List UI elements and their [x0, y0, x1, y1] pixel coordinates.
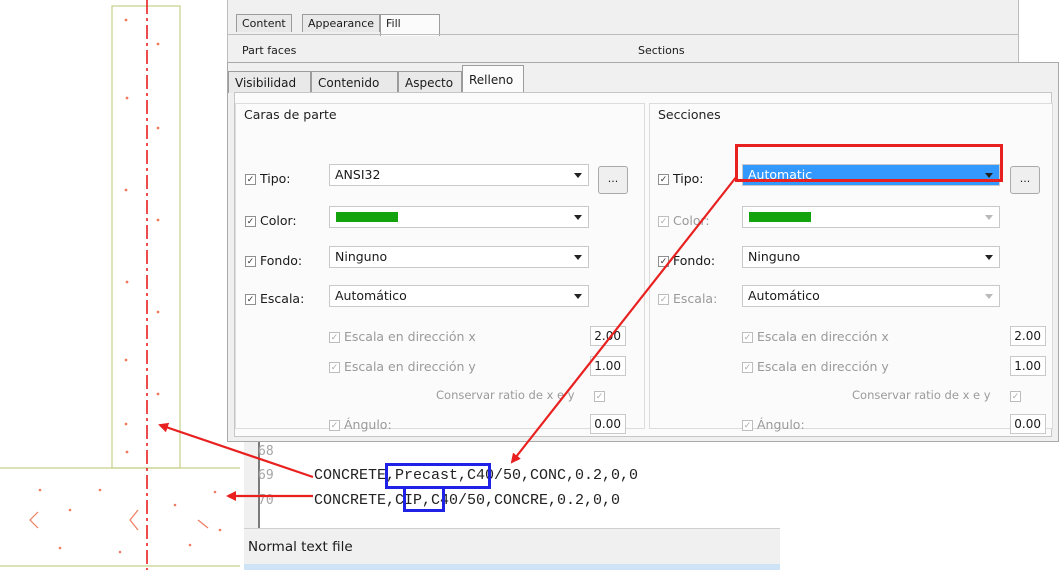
section-fondo-label: Fondo:: [673, 253, 716, 268]
color-select[interactable]: [329, 206, 589, 228]
section-color-select[interactable]: [742, 206, 1000, 228]
line-number: 70: [258, 493, 274, 508]
code-line-70: CONCRETE,CIP,C40/50,CONCRE,0.2,0,0: [314, 492, 620, 509]
section-fondo-select[interactable]: Ninguno: [742, 246, 1000, 268]
line-number: 69: [258, 468, 274, 483]
ratio-label: Conservar ratio de x e y: [436, 388, 575, 402]
background-dialog: Content Appearance Fill Part faces Secti…: [227, 0, 1019, 63]
line-number: 68: [258, 444, 274, 459]
color-label: Color:: [260, 213, 297, 228]
section-color-label: Color:: [673, 213, 710, 228]
color-swatch: [749, 212, 811, 222]
section-angle-input[interactable]: 0.00: [1010, 414, 1046, 434]
chevron-down-icon: [985, 255, 993, 260]
chevron-down-icon: [574, 215, 582, 220]
sections-title: Secciones: [658, 107, 721, 122]
section-browse-pattern-button[interactable]: ...: [1010, 166, 1040, 194]
tipo-select[interactable]: ANSI32: [329, 164, 589, 186]
section-fondo-checkbox[interactable]: ✓: [658, 256, 669, 267]
tab-contenido[interactable]: Contenido: [311, 71, 398, 93]
column-hatch: [124, 18, 160, 454]
scale-y-checkbox[interactable]: ✓: [329, 362, 340, 373]
section-tipo-checkbox[interactable]: ✓: [658, 174, 669, 185]
escala-label: Escala:: [260, 291, 305, 306]
section-tipo-label: Tipo:: [673, 171, 704, 186]
tipo-label: Tipo:: [260, 171, 291, 186]
tipo-checkbox[interactable]: ✓: [245, 174, 256, 185]
section-escala-label: Escala:: [673, 291, 718, 306]
chevron-down-icon: [574, 173, 582, 178]
scale-x-checkbox[interactable]: ✓: [329, 332, 340, 343]
cip-highlight: [403, 486, 445, 512]
tab-relleno[interactable]: Relleno: [462, 65, 524, 93]
scale-x-input[interactable]: 2.00: [590, 326, 626, 346]
tab-content[interactable]: Content: [236, 14, 292, 32]
status-bar: Normal text file: [244, 528, 780, 564]
code-text: CONCRETE,: [314, 492, 396, 509]
footing-hatch-triangle: [129, 509, 139, 531]
tab-appearance[interactable]: Appearance: [302, 14, 381, 32]
scale-y-input[interactable]: 1.00: [590, 356, 626, 376]
code-text: ,C40/50,CONCRE,0.2,0,0: [422, 492, 621, 509]
scale-y-label: Escala en dirección y: [344, 359, 476, 374]
section-tipo-highlight: [735, 144, 1003, 182]
fill-properties-dialog: Visibilidad Contenido Aspecto Relleno Ca…: [227, 62, 1059, 442]
cad-drawing: [0, 0, 240, 570]
section-color-checkbox[interactable]: ✓: [658, 216, 669, 227]
section-escala-select[interactable]: Automático: [742, 285, 1000, 307]
status-bar-edge: [244, 564, 780, 570]
section-escala-checkbox[interactable]: ✓: [658, 294, 669, 305]
section-scale-x-label: Escala en dirección x: [757, 329, 889, 344]
code-text: CONCRETE,: [314, 467, 396, 484]
fondo-label: Fondo:: [260, 253, 303, 268]
fondo-value: Ninguno: [335, 249, 388, 264]
section-fondo-value: Ninguno: [748, 249, 801, 264]
section-scale-x-input[interactable]: 2.00: [1010, 326, 1046, 346]
scale-x-label: Escala en dirección x: [344, 329, 476, 344]
color-checkbox[interactable]: ✓: [245, 216, 256, 227]
footing-hatch-tick: [197, 519, 209, 529]
section-ratio-label: Conservar ratio de x e y: [852, 388, 991, 402]
section-scale-y-input[interactable]: 1.00: [1010, 356, 1046, 376]
tab-fill-label: Fill: [386, 17, 401, 30]
section-scale-y-label: Escala en dirección y: [757, 359, 889, 374]
chevron-down-icon: [574, 255, 582, 260]
section-scale-y-checkbox[interactable]: ✓: [742, 362, 753, 373]
part-faces-heading: Part faces: [242, 44, 297, 57]
section-scale-x-checkbox[interactable]: ✓: [742, 332, 753, 343]
chevron-down-icon: [574, 294, 582, 299]
browse-pattern-button[interactable]: ...: [598, 166, 628, 194]
tipo-value: ANSI32: [335, 167, 381, 182]
chevron-down-icon: [985, 215, 993, 220]
tab-visibilidad[interactable]: Visibilidad: [228, 71, 311, 93]
part-faces-title: Caras de parte: [244, 107, 337, 122]
ratio-checkbox[interactable]: ✓: [594, 391, 605, 402]
tab-bar: Visibilidad Contenido Aspecto Relleno: [228, 63, 1058, 93]
footing-hatch: [38, 488, 222, 554]
footing-hatch-triangle: [29, 511, 39, 529]
section-ratio-checkbox[interactable]: ✓: [1010, 391, 1021, 402]
angle-label: Ángulo:: [344, 417, 392, 432]
section-angle-label: Ángulo:: [757, 417, 805, 432]
part-faces-group: Caras de parte ✓ Tipo: ANSI32 ... ✓ Colo…: [235, 103, 645, 434]
angle-input[interactable]: 0.00: [590, 414, 626, 434]
angle-checkbox[interactable]: ✓: [329, 420, 340, 431]
column-outline: [111, 5, 181, 469]
escala-select[interactable]: Automático: [329, 285, 589, 307]
section-angle-checkbox[interactable]: ✓: [742, 420, 753, 431]
sections-heading: Sections: [638, 44, 685, 57]
fondo-select[interactable]: Ninguno: [329, 246, 589, 268]
escala-checkbox[interactable]: ✓: [245, 294, 256, 305]
escala-value: Automático: [335, 288, 407, 303]
tab-aspecto[interactable]: Aspecto: [398, 71, 462, 93]
fondo-checkbox[interactable]: ✓: [245, 256, 256, 267]
section-escala-value: Automático: [748, 288, 820, 303]
tab-fill[interactable]: Fill: [380, 14, 440, 36]
chevron-down-icon: [985, 294, 993, 299]
color-swatch: [336, 212, 398, 222]
text-editor[interactable]: 68 69 70 CONCRETE,Precast,C40/50,CONC,0.…: [244, 442, 780, 528]
